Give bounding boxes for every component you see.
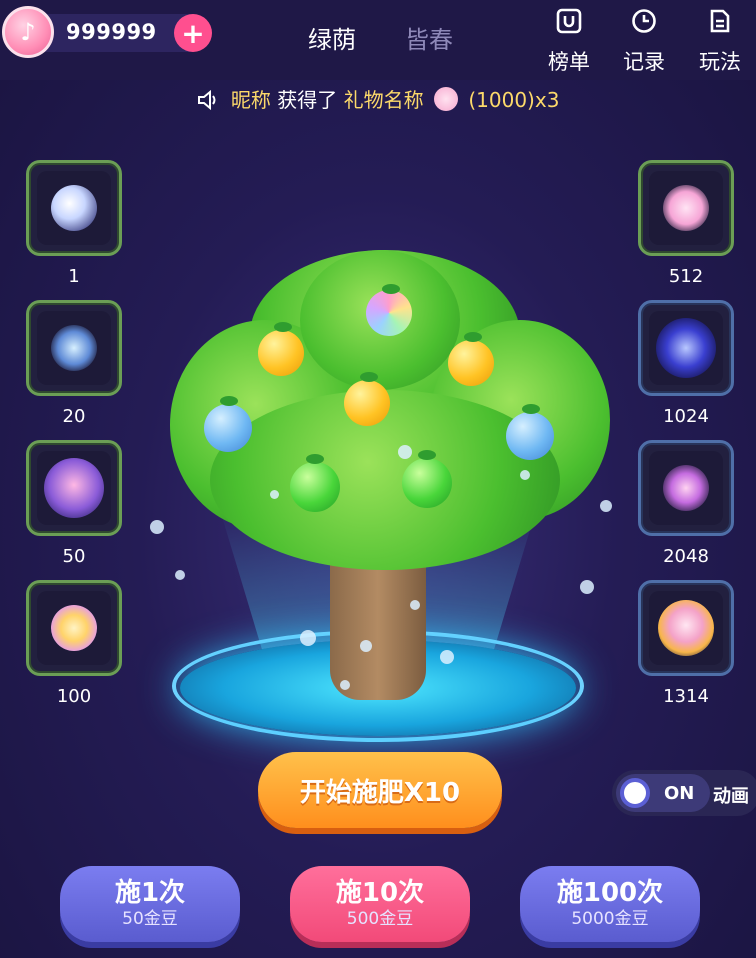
reward-value-left-1: 1 (68, 266, 80, 287)
bunny-fireworks-gift-icon (658, 600, 714, 656)
clock-icon (631, 8, 657, 34)
reward-slot-right-1[interactable] (638, 160, 734, 256)
reward-value-right-1: 512 (668, 266, 704, 287)
tab-lvyin[interactable]: 绿荫 (308, 20, 356, 55)
announcement-verb: 获得了 (277, 88, 338, 112)
reward-slot-left-2[interactable] (26, 300, 122, 396)
add-coins-button[interactable]: + (174, 14, 212, 52)
toggle-track: ON (616, 774, 710, 812)
start-fertilize-x10-button[interactable]: 开始施肥X10 (258, 752, 502, 828)
moon-santa-gift-icon (51, 185, 97, 231)
fertilize-once-cost: 50金豆 (122, 909, 178, 929)
heart-butterfly-gift-icon (663, 465, 709, 511)
fertilize-10-button[interactable]: 施10次 500金豆 (290, 866, 470, 942)
speaker-icon (197, 89, 219, 111)
coin-balance: 999999 (66, 20, 157, 44)
reward-slot-right-2[interactable] (638, 300, 734, 396)
winner-nickname: 昵称 (230, 88, 271, 112)
reward-value-right-2: 1024 (663, 406, 709, 427)
music-note-coin-icon: ♪ (2, 6, 54, 58)
fertilize-100-button[interactable]: 施100次 5000金豆 (520, 866, 700, 942)
rainbow-fruit[interactable] (366, 290, 412, 336)
couple-badge-gift-icon (44, 458, 104, 518)
crystal-fish-gift-icon (51, 325, 97, 371)
ranking-icon (556, 8, 582, 34)
fertilize-10-cost: 500金豆 (346, 909, 414, 929)
reward-slot-left-1[interactable] (26, 160, 122, 256)
announcement-gift-name: 礼物名称 (343, 88, 424, 112)
galaxy-orb-gift-icon (656, 318, 716, 378)
blue-fruit[interactable] (506, 412, 554, 460)
rules-doc-icon (707, 8, 733, 34)
winged-crown-gift-icon (51, 605, 97, 651)
fertilize-10-title: 施10次 (335, 878, 425, 908)
animation-toggle[interactable]: ON 动画 (612, 770, 756, 816)
fertilize-once-title: 施1次 (114, 878, 186, 908)
fertilize-100-title: 施100次 (556, 878, 664, 908)
orange-fruit[interactable] (258, 330, 304, 376)
fertilize-once-button[interactable]: 施1次 50金豆 (60, 866, 240, 942)
bunny-doll-gift-icon (663, 185, 709, 231)
toggle-knob (620, 778, 650, 808)
green-fruit[interactable] (290, 462, 340, 512)
win-announcement: 昵称 获得了 礼物名称 (1000)x3 (0, 84, 756, 113)
ranking-label: 榜单 (548, 50, 590, 74)
orange-fruit[interactable] (448, 340, 494, 386)
records-label: 记录 (623, 50, 665, 74)
toggle-state: ON (664, 783, 695, 804)
green-fruit[interactable] (402, 458, 452, 508)
ranking-button[interactable]: 榜单 (539, 6, 599, 76)
animation-toggle-label: 动画 (713, 786, 749, 807)
gift-thumbnail-icon (434, 87, 458, 111)
reward-value-left-2: 20 (62, 406, 86, 427)
rules-button[interactable]: 玩法 (690, 6, 750, 76)
rules-label: 玩法 (699, 50, 741, 74)
blue-fruit[interactable] (204, 404, 252, 452)
announcement-detail: (1000)x3 (468, 88, 560, 112)
tab-jiechun[interactable]: 皆春 (405, 20, 453, 55)
orange-fruit[interactable] (344, 380, 390, 426)
records-button[interactable]: 记录 (614, 6, 674, 76)
fertilize-100-cost: 5000金豆 (571, 909, 649, 929)
